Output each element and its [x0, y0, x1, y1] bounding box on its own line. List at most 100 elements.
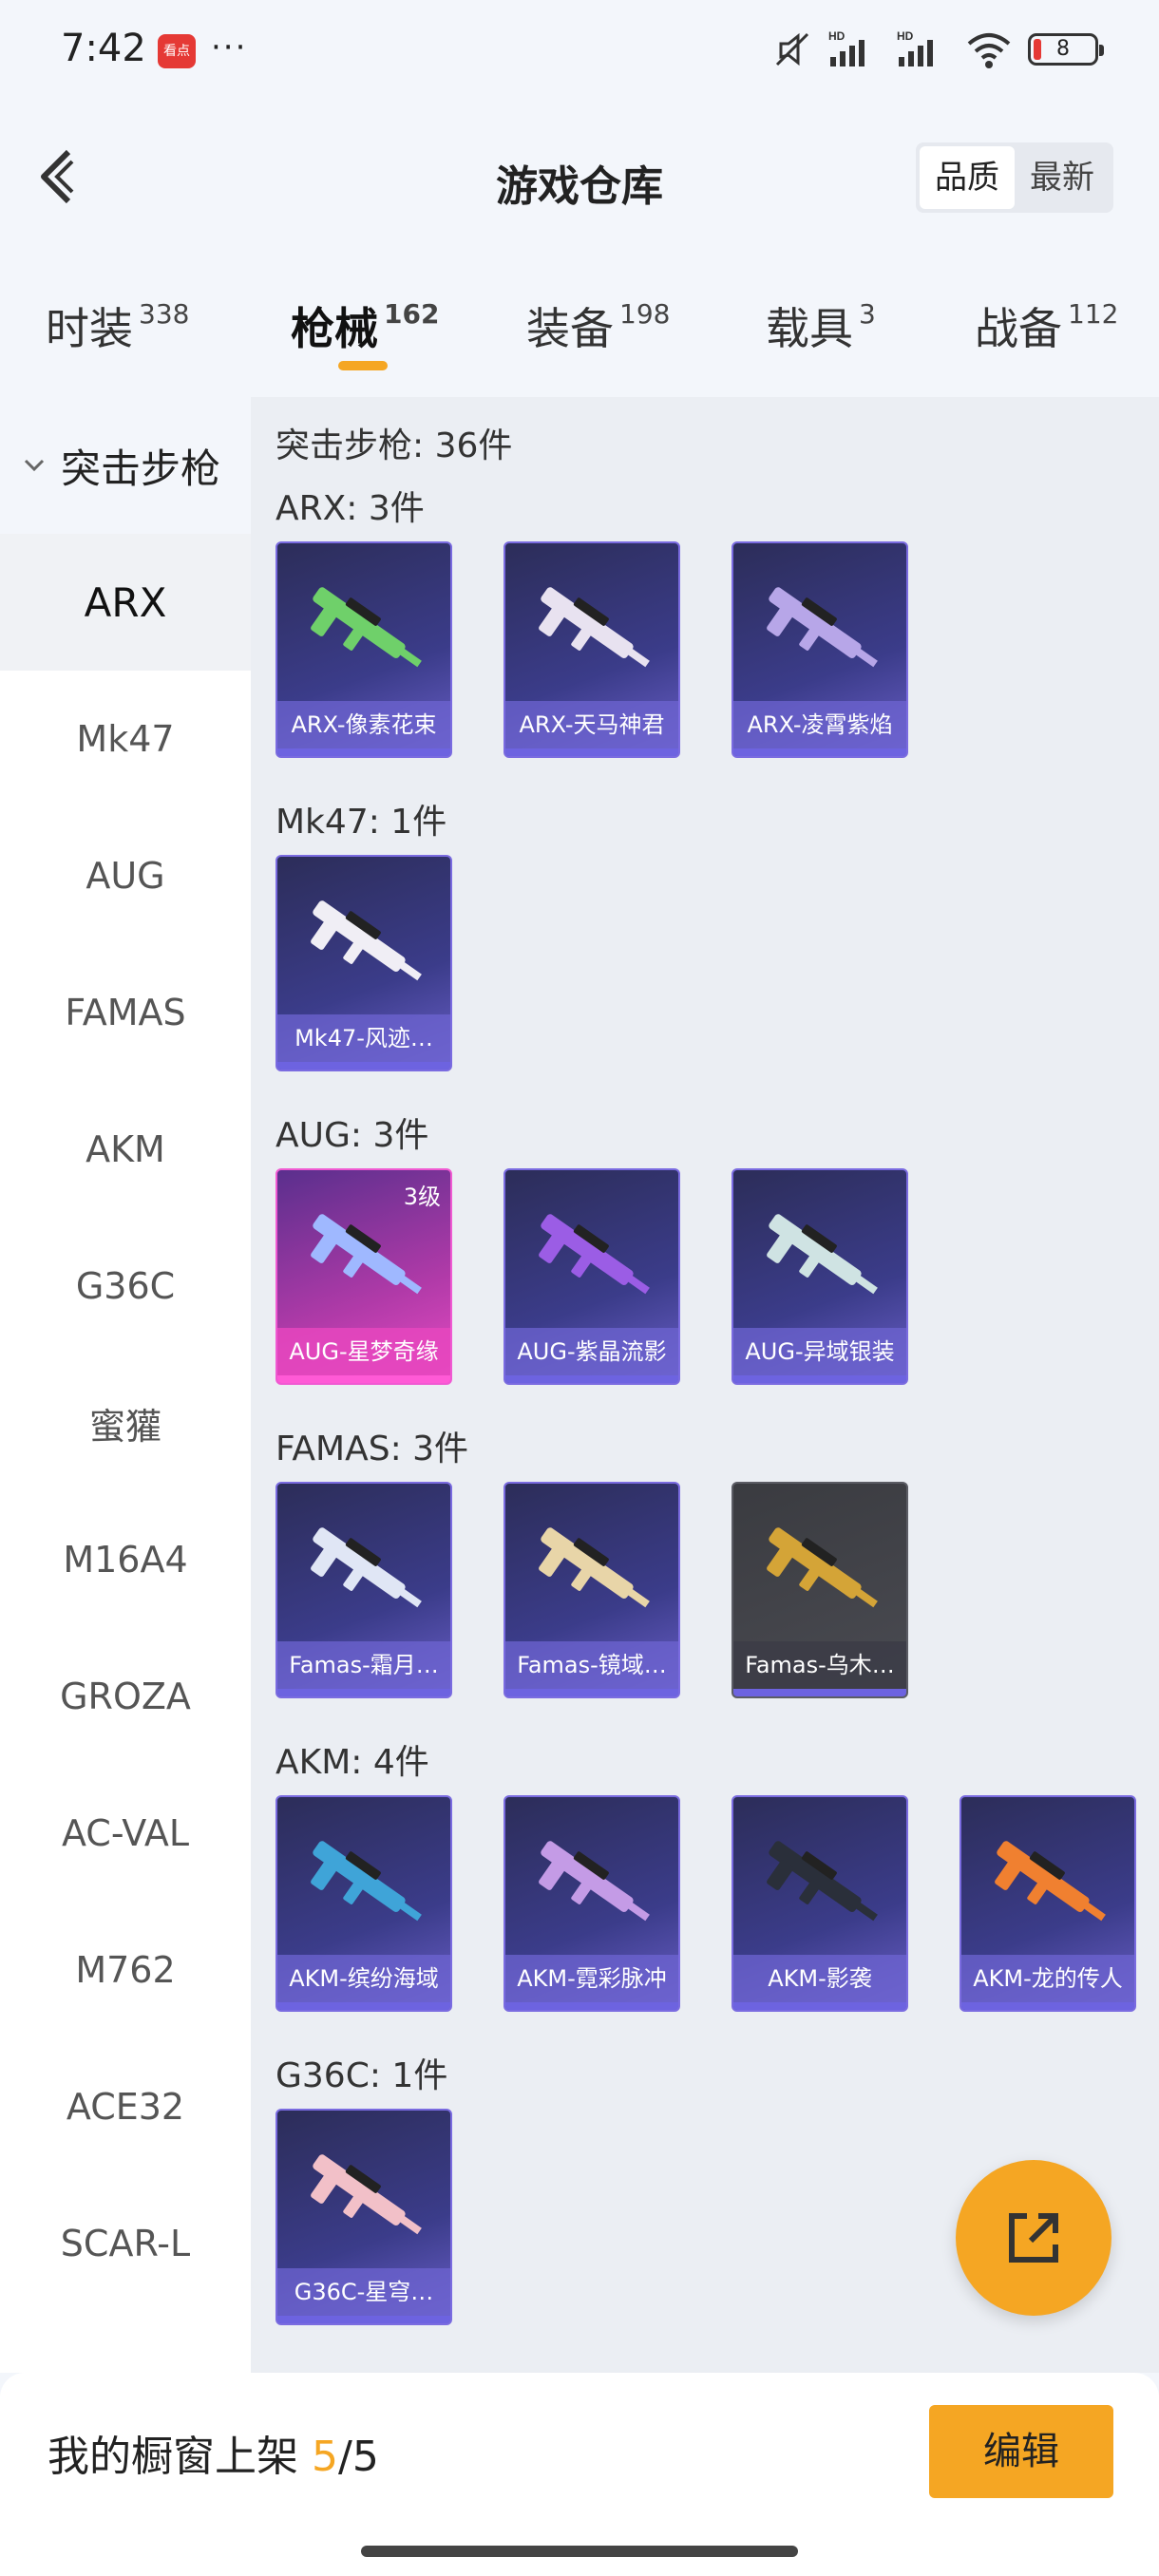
- weapon-name: Famas-乌木…: [733, 1641, 906, 1689]
- tab-vehicles[interactable]: 载具 3: [766, 294, 876, 357]
- weapon-image: [524, 1824, 663, 1943]
- weapon-section: G36C: 1件 G36C-星穹…: [276, 2048, 452, 2325]
- weapon-name: Famas-镜域…: [505, 1641, 678, 1689]
- rarity-bar: [277, 748, 450, 756]
- weapon-name: AUG-星梦奇缘: [277, 1328, 450, 1375]
- sidebar-item[interactable]: SCAR-L: [0, 2175, 251, 2312]
- tab-weapons[interactable]: 枪械 162: [291, 294, 439, 357]
- sidebar-item[interactable]: ACE32: [0, 2038, 251, 2175]
- home-indicator[interactable]: [361, 2546, 798, 2557]
- weapon-card[interactable]: Famas-镜域…: [504, 1482, 680, 1698]
- tab-equipment[interactable]: 装备 198: [526, 294, 670, 357]
- weapon-section: Mk47: 1件 Mk47-风迹…: [276, 794, 452, 1071]
- rarity-bar: [733, 748, 906, 756]
- section-title: FAMAS: 3件: [276, 1430, 469, 1468]
- weapon-card[interactable]: AKM-龙的传人: [960, 1795, 1136, 2012]
- mute-icon: [775, 32, 809, 66]
- section-title: Mk47: 1件: [276, 803, 447, 842]
- weapon-image: [296, 2137, 435, 2257]
- sidebar-item[interactable]: GROZA: [0, 1628, 251, 1765]
- svg-text:HD: HD: [828, 29, 846, 43]
- sidebar-item[interactable]: ARX: [0, 534, 251, 671]
- sidebar-item[interactable]: AC-VAL: [0, 1765, 251, 1902]
- edit-button[interactable]: 编辑: [929, 2405, 1113, 2498]
- sidebar-group-assault-rifles[interactable]: 突击步枪: [0, 397, 251, 534]
- weapon-image: [296, 1197, 435, 1316]
- weapon-image: [296, 1824, 435, 1943]
- more-notifications-icon: ···: [211, 28, 248, 66]
- weapon-name: ARX-像素花束: [277, 701, 450, 748]
- showcase-count: 我的橱窗上架 5/5: [48, 2433, 379, 2481]
- system-icons: HD HD 8: [771, 28, 1104, 70]
- rarity-bar: [277, 2002, 450, 2010]
- sidebar-item[interactable]: AUG: [0, 807, 251, 944]
- tab-supplies[interactable]: 战备 112: [975, 294, 1118, 357]
- weapon-name: Mk47-风迹…: [277, 1014, 450, 1062]
- weapon-image: [752, 1510, 891, 1630]
- status-bar: 7:42 看点 ··· HD HD 8: [0, 0, 1159, 104]
- sidebar-item[interactable]: AKM: [0, 1081, 251, 1218]
- weapon-image: [296, 1510, 435, 1630]
- battery-icon: 8: [1028, 33, 1104, 66]
- weapon-name: AKM-影袭: [733, 1955, 906, 2002]
- weapon-name: AKM-龙的传人: [961, 1955, 1134, 2002]
- sidebar-item[interactable]: FAMAS: [0, 944, 251, 1081]
- tab-fashion[interactable]: 时装 338: [46, 294, 189, 357]
- weapon-type-sidebar: 突击步枪 ARX Mk47 AUG FAMAS AKM G36C 蜜獾 M16A4 GROZA A…: [0, 397, 251, 2373]
- weapon-card[interactable]: AUG-紫晶流影: [504, 1168, 680, 1385]
- sidebar-item[interactable]: G36C: [0, 1218, 251, 1354]
- weapon-card[interactable]: 3级 AUG-星梦奇缘: [276, 1168, 452, 1385]
- rarity-bar: [277, 1062, 450, 1070]
- weapon-image: [524, 570, 663, 690]
- sidebar-item[interactable]: M762: [0, 1902, 251, 2038]
- weapon-card[interactable]: ARX-像素花束: [276, 541, 452, 758]
- weapon-name: AUG-紫晶流影: [505, 1328, 678, 1375]
- weapon-section: AUG: 3件 3级 AUG-星梦奇缘 AUG-紫晶流影 AUG-异域银装: [276, 1108, 908, 1385]
- weapon-image: [524, 1510, 663, 1630]
- weapon-card[interactable]: AKM-霓彩脉冲: [504, 1795, 680, 2012]
- sidebar-item[interactable]: M16A4: [0, 1491, 251, 1628]
- status-time: 7:42: [61, 27, 146, 70]
- weapon-name: ARX-凌霄紫焰: [733, 701, 906, 748]
- weapon-section: ARX: 3件 ARX-像素花束 ARX-天马神君 ARX-凌霄紫焰: [276, 481, 908, 758]
- section-title: ARX: 3件: [276, 489, 425, 528]
- sidebar-item[interactable]: 蜜獾: [0, 1354, 251, 1491]
- rarity-bar: [505, 1689, 678, 1696]
- tier-badge: 3级: [403, 1184, 441, 1210]
- weapon-image: [296, 570, 435, 690]
- weapon-image: [980, 1824, 1119, 1943]
- weapon-card[interactable]: G36C-星穹…: [276, 2109, 452, 2325]
- category-summary: 突击步枪: 36件: [276, 426, 513, 465]
- weapon-name: AKM-缤纷海域: [277, 1955, 450, 2002]
- section-title: AUG: 3件: [276, 1116, 429, 1155]
- weapon-card[interactable]: AKM-缤纷海域: [276, 1795, 452, 2012]
- sort-toggle: 品质 最新: [916, 142, 1113, 213]
- share-button[interactable]: [956, 2160, 1112, 2316]
- weapon-card[interactable]: Mk47-风迹…: [276, 855, 452, 1071]
- weapon-image: [524, 1197, 663, 1316]
- section-title: AKM: 4件: [276, 1743, 429, 1782]
- weapon-card[interactable]: Famas-乌木…: [732, 1482, 908, 1698]
- sort-newest-button[interactable]: 最新: [1015, 146, 1110, 209]
- chevron-down-icon: [24, 459, 45, 472]
- rarity-bar: [505, 1375, 678, 1383]
- weapon-section: FAMAS: 3件 Famas-霜月… Famas-镜域… Famas-乌木…: [276, 1421, 908, 1698]
- rarity-bar: [961, 2002, 1134, 2010]
- weapon-card[interactable]: AKM-影袭: [732, 1795, 908, 2012]
- bottom-bar: 我的橱窗上架 5/5 编辑: [0, 2373, 1159, 2576]
- weapon-card[interactable]: ARX-天马神君: [504, 541, 680, 758]
- svg-text:HD: HD: [897, 29, 914, 43]
- weapon-card[interactable]: Famas-霜月…: [276, 1482, 452, 1698]
- weapon-card[interactable]: AUG-异域银装: [732, 1168, 908, 1385]
- weapon-section: AKM: 4件 AKM-缤纷海域 AKM-霓彩脉冲 AKM-影袭 AKM-龙的传人: [276, 1734, 1136, 2012]
- sidebar-item[interactable]: Mk47: [0, 671, 251, 807]
- rarity-bar: [505, 748, 678, 756]
- weapon-card[interactable]: ARX-凌霄紫焰: [732, 541, 908, 758]
- weapon-image: [296, 883, 435, 1003]
- rarity-bar: [733, 1375, 906, 1383]
- app-notification-icon: 看点: [158, 34, 196, 68]
- signal-icon-2: HD: [897, 29, 933, 66]
- active-tab-indicator: [338, 361, 388, 370]
- share-icon: [1009, 2213, 1058, 2263]
- sort-quality-button[interactable]: 品质: [920, 146, 1015, 209]
